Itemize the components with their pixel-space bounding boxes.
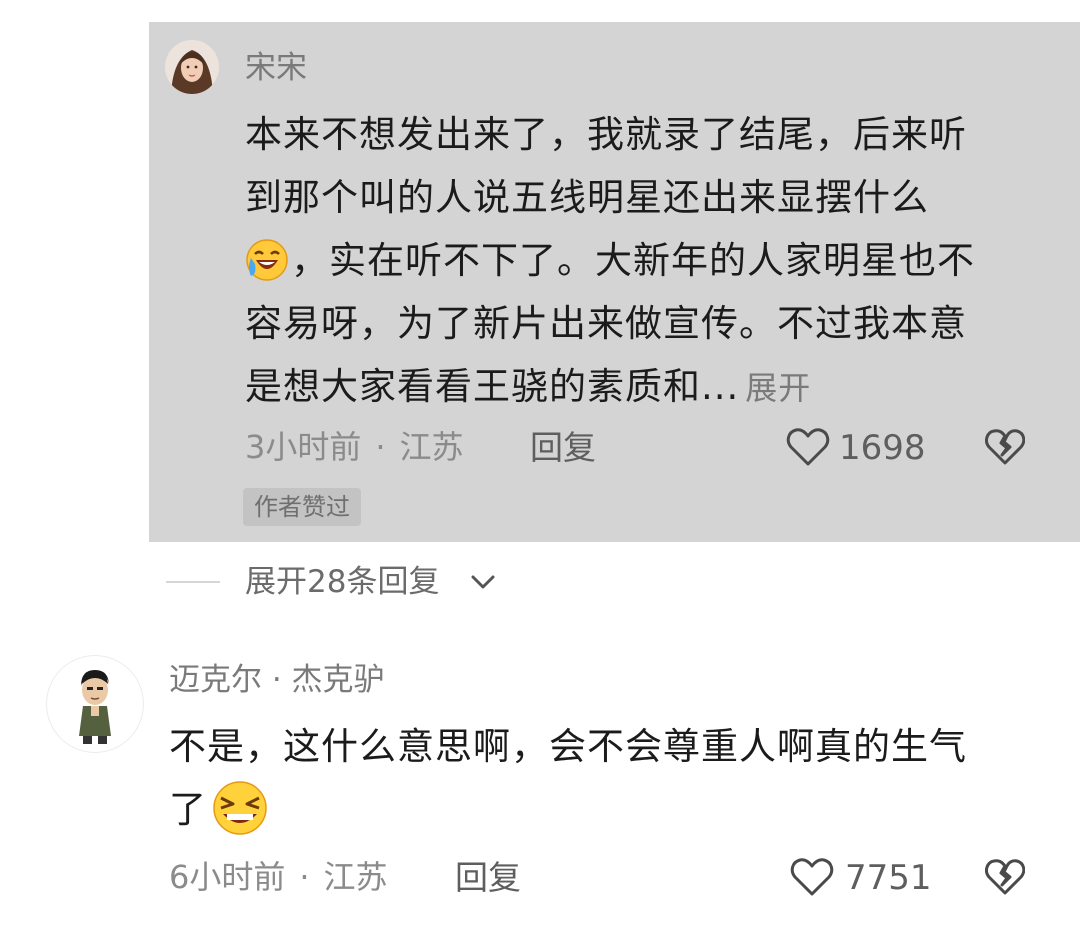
broken-heart-icon[interactable] [985,428,1025,466]
separator-dot: · [375,428,386,466]
author-liked-badge: 作者赞过 [243,488,361,526]
expand-replies-label[interactable]: 展开28条回复 [245,562,439,602]
reply-button[interactable]: 回复 [455,861,521,894]
comment-line: 容易呀，为了新片出来做宣传。不过我本意 [245,302,967,345]
comment-line: 本来不想发出来了，我就录了结尾，后来听 [245,113,967,156]
timestamp: 6小时前 [169,858,286,896]
comment-meta: 3小时前 · 江苏 [245,431,464,463]
like-count: 1698 [839,428,926,468]
comment-line-text: 是想大家看看王骁的素质和... [245,365,740,408]
comment-body[interactable]: 本来不想发出来了，我就录了结尾，后来听 到那个叫的人说五线明星还出来显摆什么 ，… [245,103,975,418]
reply-button[interactable]: 回复 [530,431,596,464]
comment-meta: 6小时前 · 江苏 [169,861,388,893]
divider [166,581,220,583]
comment-body[interactable]: 不是，这什么意思啊，会不会尊重人啊真的生气 了 [169,715,967,841]
chevron-down-icon[interactable] [470,572,496,592]
author-name[interactable]: 迈克尔 · 杰克驴 [169,665,385,696]
avatar-cartoon [79,670,111,744]
location: 江苏 [323,858,388,896]
comment-line-text: 了 [169,788,207,831]
comment-line: 到那个叫的人说五线明星还出来显摆什么 [245,176,929,219]
heart-icon[interactable] [786,427,830,467]
angry-grin-emoji-icon [213,781,267,835]
expand-text-link[interactable]: 展开 [745,369,811,407]
laughing-crying-emoji-icon [246,239,288,281]
avatar[interactable] [165,40,219,94]
location: 江苏 [399,428,464,466]
heart-icon[interactable] [790,857,834,897]
comment-line-text: ，实在听不下了。大新年的人家明星也不 [291,239,975,282]
author-name[interactable]: 宋宋 [245,53,307,84]
timestamp: 3小时前 [245,428,362,466]
separator-dot: · [299,858,310,896]
comment-line: 不是，这什么意思啊，会不会尊重人啊真的生气 [169,725,967,768]
comment-line: 是想大家看看王骁的素质和... 展开 [245,355,975,418]
avatar[interactable] [46,655,144,753]
comment-line: ，实在听不下了。大新年的人家明星也不 [245,229,975,292]
like-count: 7751 [845,858,932,898]
avatar-photo [165,40,219,94]
broken-heart-icon[interactable] [985,858,1025,896]
comment-line: 了 [169,778,967,841]
